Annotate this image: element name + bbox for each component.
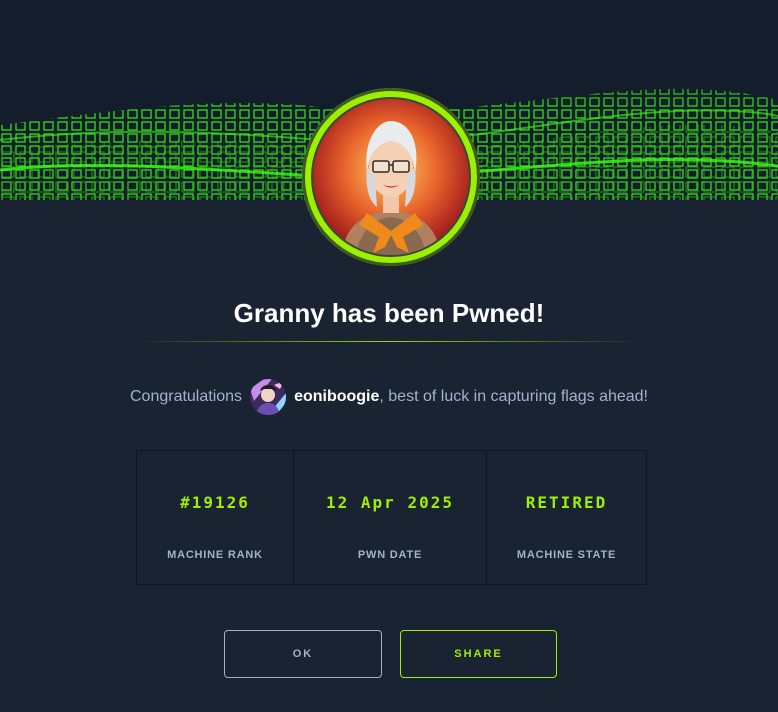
machine-state-value: RETIRED xyxy=(525,493,608,512)
congrats-suffix: , best of luck in capturing flags ahead! xyxy=(379,388,648,405)
user-avatar xyxy=(250,379,287,415)
ok-button[interactable]: OK xyxy=(224,630,382,678)
stat-machine-state: RETIRED MACHINE STATE xyxy=(487,451,646,584)
granny-machine-avatar-icon xyxy=(311,97,471,257)
stat-pwn-date: 12 Apr 2025 PWN DATE xyxy=(294,451,487,584)
username[interactable]: eoniboogie xyxy=(294,388,379,406)
pwn-date-label: PWN DATE xyxy=(357,549,423,561)
stat-machine-rank: #19126 MACHINE RANK xyxy=(137,451,294,584)
machine-rank-label: MACHINE RANK xyxy=(167,549,263,561)
share-button[interactable]: SHARE xyxy=(400,630,557,678)
machine-state-label: MACHINE STATE xyxy=(516,549,617,561)
stats-panel: #19126 MACHINE RANK 12 Apr 2025 PWN DATE… xyxy=(136,450,647,585)
congrats-prefix: Congratulations xyxy=(129,388,243,405)
pwn-date-value: 12 Apr 2025 xyxy=(326,493,454,512)
user-avatar-icon xyxy=(250,379,287,415)
congrats-message: Congratulations eoniboogie , best of luc… xyxy=(0,378,778,416)
page-title: Granny has been Pwned! xyxy=(233,298,545,328)
title-divider xyxy=(135,341,643,342)
machine-rank-value: #19126 xyxy=(180,493,250,512)
machine-avatar-ring xyxy=(302,88,480,266)
